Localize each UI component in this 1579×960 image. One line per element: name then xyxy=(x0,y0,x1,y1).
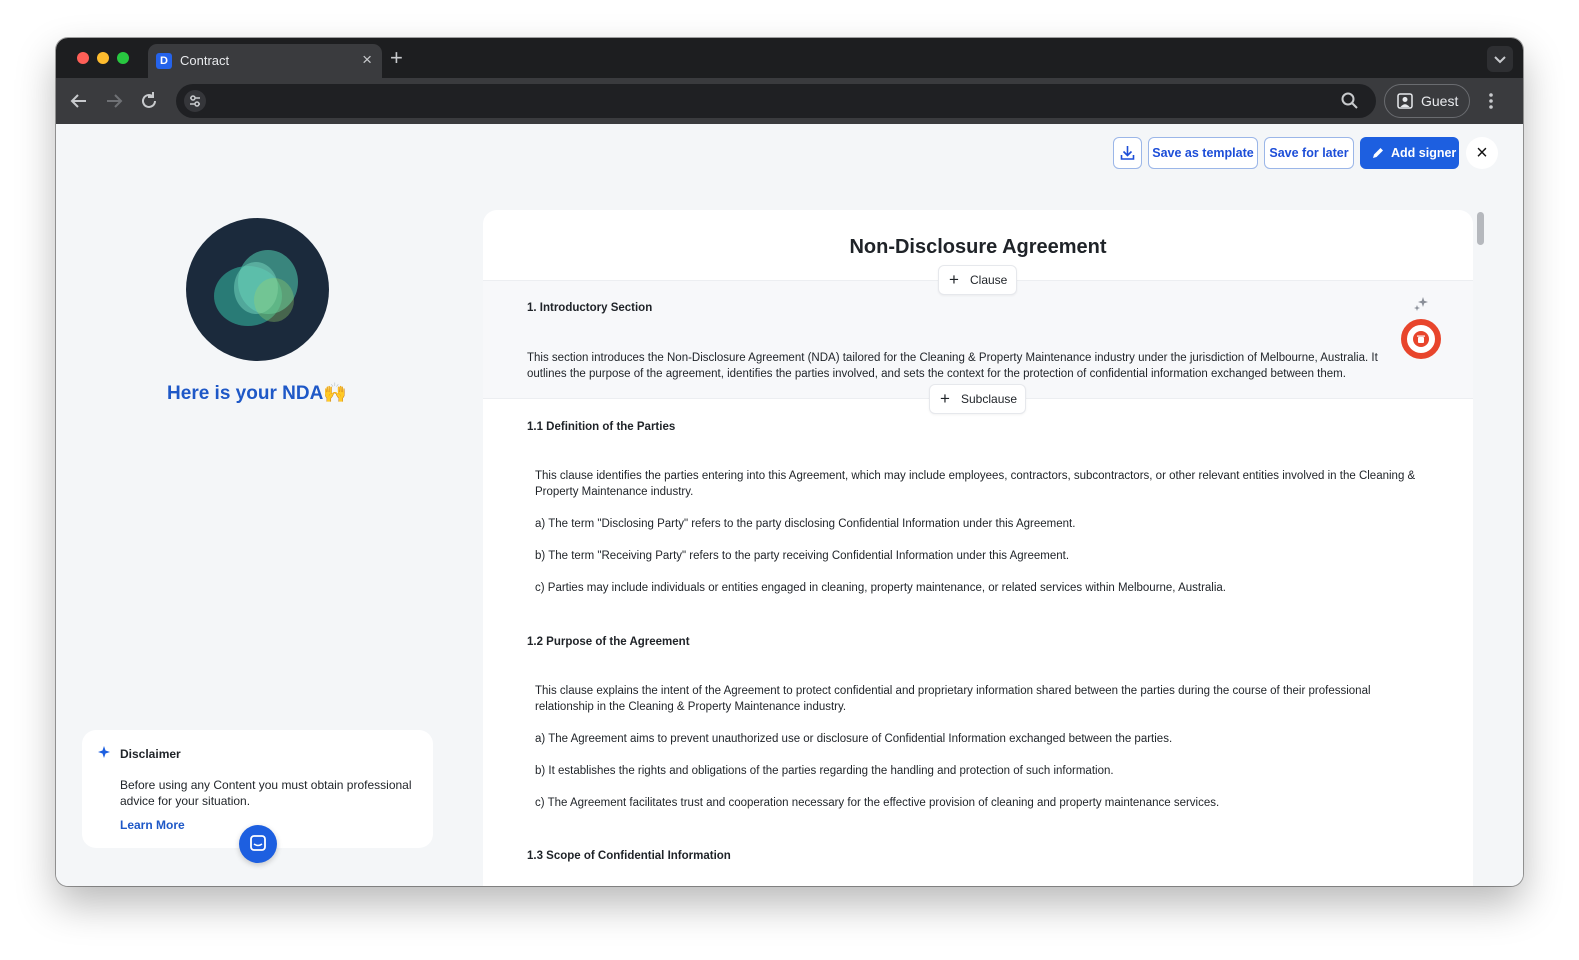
address-bar[interactable] xyxy=(176,84,1376,118)
trash-icon xyxy=(1413,331,1429,347)
ai-orb-graphic xyxy=(186,218,329,361)
tab-close-icon[interactable]: × xyxy=(362,51,372,69)
tab-strip: D Contract × + xyxy=(56,38,1523,78)
sparkle-icon xyxy=(98,746,110,758)
section-paragraph: This clause identifies the parties enter… xyxy=(535,470,1416,498)
list-item: a) The Agreement aims to prevent unautho… xyxy=(535,733,1173,745)
tab-search-button[interactable] xyxy=(1487,46,1513,72)
chat-button[interactable] xyxy=(239,825,277,863)
add-clause-button[interactable]: + Clause xyxy=(938,265,1017,295)
close-window-button[interactable] xyxy=(77,52,89,64)
browser-window: D Contract × + Guest Save as template Sa… xyxy=(56,38,1523,886)
download-button[interactable] xyxy=(1113,137,1142,169)
section-heading: 1. Introductory Section xyxy=(527,302,653,314)
reload-icon[interactable] xyxy=(138,90,160,112)
document-scrollbar[interactable] xyxy=(1477,212,1484,245)
browser-toolbar: Guest xyxy=(56,78,1523,124)
new-tab-button[interactable]: + xyxy=(390,46,403,70)
add-signer-button[interactable]: Add signer xyxy=(1360,137,1459,169)
forward-icon[interactable] xyxy=(103,90,125,112)
ai-rewrite-icon[interactable] xyxy=(1414,297,1428,311)
add-clause-label: Clause xyxy=(970,273,1008,287)
add-subclause-button[interactable]: + Subclause xyxy=(929,384,1026,414)
disclaimer-body: Before using any Content you must obtain… xyxy=(120,778,412,808)
section-introductory[interactable]: 1. Introductory Section This section int… xyxy=(483,280,1473,399)
list-item: c) Parties may include individuals or en… xyxy=(535,582,1227,594)
list-item: a) The term "Disclosing Party" refers to… xyxy=(535,518,1076,530)
tab-title: Contract xyxy=(180,53,230,68)
section-paragraph: This section introduces the Non-Disclosu… xyxy=(527,352,1378,380)
page-content: Save as template Save for later Add sign… xyxy=(56,124,1523,886)
site-settings-icon[interactable] xyxy=(184,90,206,112)
back-icon[interactable] xyxy=(68,90,90,112)
minimize-window-button[interactable] xyxy=(97,52,109,64)
chat-icon xyxy=(250,835,266,851)
section-heading: 1.1 Definition of the Parties xyxy=(527,421,676,433)
profile-label: Guest xyxy=(1421,93,1459,109)
document-editor: Non-Disclosure Agreement 1. Introductory… xyxy=(483,210,1473,886)
headline: Here is your NDA🙌 xyxy=(167,383,347,404)
pen-icon xyxy=(1373,148,1383,158)
chevron-down-icon xyxy=(1494,56,1506,64)
profile-icon xyxy=(1397,93,1413,109)
plus-icon: + xyxy=(940,389,950,408)
zoom-icon[interactable] xyxy=(1340,91,1360,111)
download-icon xyxy=(1120,146,1135,160)
list-item: b) The term "Receiving Party" refers to … xyxy=(535,550,1070,562)
disclaimer-title: Disclaimer xyxy=(120,747,181,761)
section-paragraph: This clause explains the intent of the A… xyxy=(535,685,1371,713)
section-heading: 1.3 Scope of Confidential Information xyxy=(527,850,731,862)
maximize-window-button[interactable] xyxy=(117,52,129,64)
learn-more-link[interactable]: Learn More xyxy=(120,818,185,832)
delete-section-button[interactable] xyxy=(1401,319,1441,359)
profile-button[interactable]: Guest xyxy=(1384,84,1470,118)
add-signer-label: Add signer xyxy=(1391,146,1457,160)
favicon-icon: D xyxy=(156,53,172,69)
save-for-later-button[interactable]: Save for later xyxy=(1264,137,1354,169)
save-as-template-button[interactable]: Save as template xyxy=(1148,137,1258,169)
list-item: b) It establishes the rights and obligat… xyxy=(535,765,1114,777)
close-button[interactable]: × xyxy=(1466,137,1498,169)
tab-contract[interactable]: D Contract × xyxy=(148,44,382,78)
add-subclause-label: Subclause xyxy=(961,392,1018,406)
document-title: Non-Disclosure Agreement xyxy=(849,236,1107,258)
more-menu-icon[interactable] xyxy=(1488,91,1494,111)
list-item: c) The Agreement facilitates trust and c… xyxy=(535,797,1220,809)
section-heading: 1.2 Purpose of the Agreement xyxy=(527,636,690,648)
plus-icon: + xyxy=(949,270,959,289)
